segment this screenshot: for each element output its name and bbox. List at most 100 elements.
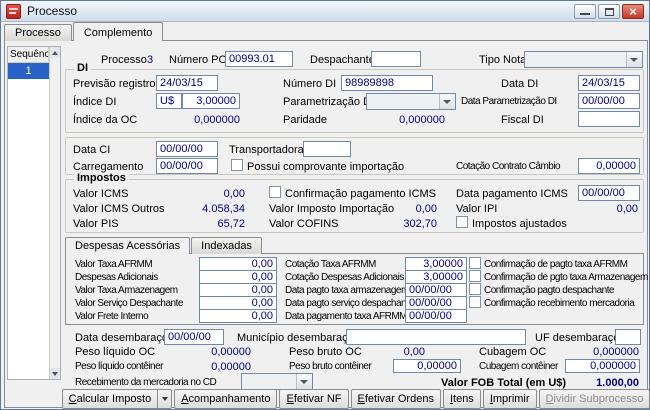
valor-icms-outros-label: Valor ICMS Outros (73, 203, 165, 215)
calcular-imposto-button[interactable]: Calcular Imposto (61, 389, 173, 409)
data-parametrizacao-di-field[interactable]: 00/00/00 (578, 93, 640, 109)
tab-despesas-acessorias[interactable]: Despesas Acessórias (65, 237, 191, 254)
carregamento-label: Carregamento (73, 161, 144, 173)
confirmacao-pagamento-icms-checkbox[interactable] (269, 186, 281, 198)
data-pagamento-icms-field[interactable]: 00/00/00 (578, 185, 640, 201)
chevron-down-icon[interactable] (157, 390, 171, 408)
cubagem-conteiner-field[interactable]: 0,000000 (565, 359, 640, 373)
acompanhamento-button[interactable]: Acompanhamento (174, 389, 278, 409)
valor-servico-despachante-field[interactable]: 0,00 (199, 296, 277, 310)
municipio-desembaraco-label: Município desembaraço (237, 332, 354, 344)
sequencia-scrollbar[interactable] (49, 47, 60, 379)
tab-complemento[interactable]: Complemento (72, 22, 164, 41)
transportadora-field[interactable] (303, 141, 351, 157)
button-bar: Calcular Imposto Acompanhamento Efetivar… (61, 389, 650, 409)
peso-bruto-conteiner-label: Peso bruto contêiner (289, 361, 372, 372)
peso-liquido-conteiner-label: Peso líquido contêiner (75, 361, 163, 372)
cubagem-conteiner-label: Cubagem contêiner (479, 361, 558, 372)
uf-desembaraco-field[interactable] (615, 329, 641, 345)
impostos-ajustados-label: Impostos ajustados (472, 218, 567, 230)
efetivar-nf-button[interactable]: Efetivar NF (279, 389, 349, 409)
scroll-up-icon[interactable] (50, 47, 60, 58)
tab-processo[interactable]: Processo (4, 24, 72, 41)
despachante-label: Despachante (310, 54, 375, 66)
tab-indexadas[interactable]: Indexadas (191, 237, 262, 254)
sequencia-row-selected[interactable]: 1 (8, 63, 49, 79)
peso-liquido-oc-label: Peso líquido OC (75, 346, 156, 358)
despachante-field[interactable] (371, 51, 421, 67)
valor-cofins-value: 302,70 (403, 218, 437, 230)
valor-taxa-afrmm-label: Valor Taxa AFRMM (75, 259, 153, 270)
carregamento-field[interactable]: 00/00/00 (156, 158, 218, 174)
cotacao-despesas-adicionais-label: Cotação Despesas Adicionais (285, 272, 404, 283)
valor-imposto-importacao-value: 0,00 (415, 203, 437, 215)
data-pagamento-icms-label: Data pagamento ICMS (456, 188, 568, 200)
valor-fob-label: Valor FOB Total (em U$) (441, 377, 567, 389)
cotacao-taxa-afrmm-field[interactable]: 3,00000 (405, 257, 467, 271)
possui-comprovante-label: Possui comprovante importação (247, 161, 405, 173)
conf-pagto-despachante-checkbox[interactable] (469, 283, 481, 295)
fiscal-di-label: Fiscal DI (501, 114, 544, 126)
despesas-adicionais-field[interactable]: 0,00 (199, 270, 277, 284)
cubagem-oc-label: Cubagem OC (479, 346, 547, 358)
recebimento-cd-label: Recebimento da mercadoria no CD (75, 377, 217, 388)
paridade-label: Paridade (283, 114, 328, 126)
conf-pagto-taxa-afrmm-checkbox[interactable] (469, 257, 481, 269)
valor-fob-value: 1.000,00 (596, 377, 639, 389)
parametrizacao-di-select[interactable] (366, 93, 456, 110)
fiscal-di-field[interactable] (578, 111, 640, 127)
previsao-registro-label: Previsão registro (73, 78, 156, 90)
despesas-adicionais-label: Despesas Adicionais (75, 272, 158, 283)
sequencia-header: Sequência (8, 47, 49, 63)
valor-ipi-value: 0,00 (616, 203, 638, 215)
cubagem-oc-value: 0,000000 (593, 346, 639, 358)
indice-da-oc-label: Índice da OC (73, 114, 138, 126)
conf-pgto-taxa-armazenagem-checkbox[interactable] (469, 270, 481, 282)
efetivar-ordens-button[interactable]: Efetivar Ordens (350, 389, 441, 409)
minimize-button[interactable] (574, 3, 596, 19)
itens-button[interactable]: Itens (442, 389, 481, 409)
data-pagto-taxa-armazenagem-field[interactable]: 00/00/00 (405, 283, 467, 297)
municipio-desembaraco-field[interactable] (346, 329, 526, 345)
data-di-field[interactable]: 24/03/15 (578, 75, 640, 91)
cotacao-contrato-cambio-field[interactable]: 0,00000 (578, 158, 640, 174)
sequencia-panel: Sequência 1 (7, 46, 61, 380)
transportadora-label: Transportadora (229, 144, 304, 156)
valor-taxa-afrmm-field[interactable]: 0,00 (199, 257, 277, 271)
numero-di-field[interactable]: 98989898 (341, 75, 433, 91)
indice-di-currency-field[interactable]: U$ (156, 93, 182, 109)
conf-recebimento-mercadoria-checkbox[interactable] (469, 296, 481, 308)
cotacao-contrato-cambio-label: Cotação Contrato Câmbio (456, 161, 561, 172)
despesas-tabstrip: Despesas Acessórias Indexadas (65, 237, 263, 254)
valor-taxa-armazenagem-field[interactable]: 0,00 (199, 283, 277, 297)
processo-label: Processo (101, 54, 147, 66)
valor-imposto-importacao-label: Valor Imposto Importação (269, 203, 395, 215)
data-desembaraco-field[interactable]: 00/00/00 (164, 329, 224, 345)
possui-comprovante-checkbox[interactable] (231, 159, 243, 171)
close-button[interactable] (622, 3, 644, 19)
valor-frete-interno-field[interactable]: 0,00 (199, 309, 277, 323)
impostos-ajustados-checkbox[interactable] (456, 216, 468, 228)
conf-recebimento-mercadoria-label: Confirmação recebimento mercadoria (484, 298, 635, 309)
conf-pagto-despachante-label: Confirmação pagto despachante (484, 285, 615, 296)
data-parametrizacao-di-label: Data Parametrização DI (461, 96, 557, 107)
data-ci-field[interactable]: 00/00/00 (156, 141, 218, 157)
indice-di-field[interactable]: 3,00000 (182, 93, 240, 109)
recebimento-cd-select[interactable] (241, 373, 313, 390)
cotacao-despesas-adicionais-field[interactable]: 3,00000 (405, 270, 467, 284)
valor-frete-interno-label: Valor Frete Interno (75, 311, 149, 322)
data-pagamento-taxa-afrmm-field[interactable]: 00/00/00 (405, 309, 467, 323)
indice-da-oc-value: 0,000000 (194, 114, 240, 126)
maximize-button[interactable] (598, 3, 620, 19)
tipo-nota-select[interactable] (524, 51, 643, 68)
scroll-down-icon[interactable] (50, 368, 60, 379)
indice-di-label: Índice DI (73, 96, 117, 108)
valor-cofins-label: Valor COFINS (269, 218, 339, 230)
data-pagto-servico-despachante-field[interactable]: 00/00/00 (405, 296, 467, 310)
numero-di-label: Número DI (283, 78, 337, 90)
numero-po-field[interactable]: 00993.01 (225, 51, 293, 67)
previsao-registro-field[interactable]: 24/03/15 (156, 75, 218, 91)
valor-icms-label: Valor ICMS (73, 188, 129, 200)
imprimir-button[interactable]: Imprimir (482, 389, 537, 409)
peso-bruto-conteiner-field[interactable]: 0,00000 (393, 359, 461, 373)
